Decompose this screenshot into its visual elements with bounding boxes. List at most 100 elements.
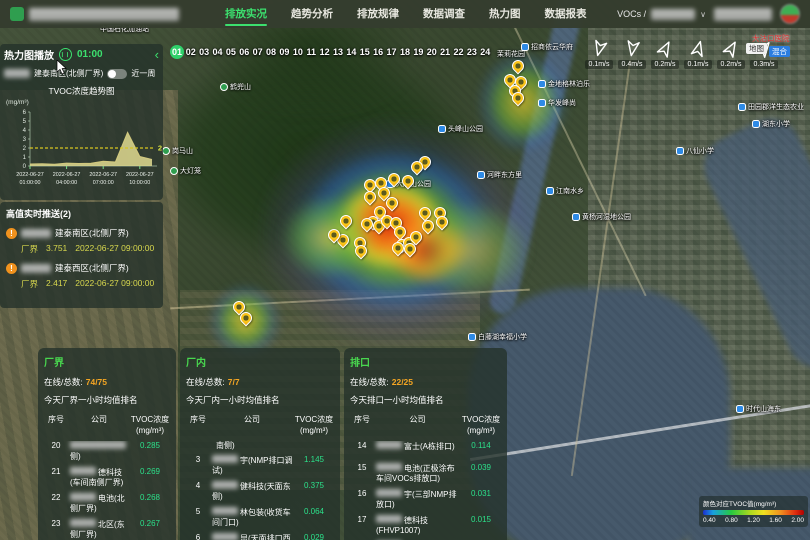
map-label: 八仙小学 bbox=[676, 146, 714, 156]
svg-text:6: 6 bbox=[23, 110, 27, 116]
map-label: 大灯笼 bbox=[170, 166, 201, 176]
map-label: 田园郡洋生态农业 bbox=[738, 102, 804, 112]
col-header-tvoc: TVOC浓度(mg/m³) bbox=[130, 414, 170, 436]
timeline-hour-05[interactable]: 05 bbox=[224, 45, 237, 59]
row-company: 林包装(收货车间门口) bbox=[210, 507, 294, 528]
tab-2[interactable]: 趋势分析 bbox=[291, 3, 333, 26]
warning-icon: ! bbox=[6, 228, 17, 239]
table-row[interactable]: 14富士(A栋排口)0.114 bbox=[350, 441, 501, 458]
nav-tabs: 排放实况 趋势分析 排放规律 数据调查 热力图 数据报表 bbox=[225, 3, 587, 26]
map-poi-text: 湖东小学 bbox=[762, 119, 790, 129]
collapse-panel-icon[interactable]: ‹ bbox=[155, 50, 159, 60]
tab-1[interactable]: 排放实况 bbox=[225, 3, 267, 26]
timeline-hour-18[interactable]: 18 bbox=[398, 45, 411, 59]
col-header-company: 公司 bbox=[68, 414, 130, 425]
avatar[interactable] bbox=[780, 4, 800, 24]
row-company: 健科技(天面东侧) bbox=[210, 481, 294, 502]
online-label: 在线/总数: bbox=[186, 377, 225, 387]
wind-vector-5: 0.2m/s bbox=[716, 40, 746, 69]
row-no: 21 bbox=[44, 467, 68, 476]
table-row[interactable]: 21德科技(车间南侧厂界)0.269 bbox=[44, 467, 170, 488]
tab-6[interactable]: 数据报表 bbox=[545, 3, 587, 26]
tab-3[interactable]: 排放规律 bbox=[357, 3, 399, 26]
warning-icon: ! bbox=[6, 263, 17, 274]
timeline-hour-11[interactable]: 11 bbox=[305, 45, 318, 59]
timeline-hour-22[interactable]: 22 bbox=[452, 45, 465, 59]
table-row[interactable]: 20侧)0.285 bbox=[44, 441, 170, 462]
map-poi-icon bbox=[220, 83, 228, 91]
wind-vector-3: 0.2m/s bbox=[650, 40, 680, 69]
timeline-hour-24[interactable]: 24 bbox=[479, 45, 492, 59]
timeline-hour-10[interactable]: 10 bbox=[291, 45, 304, 59]
push-item-values: 厂界3.7512022-06-27 09:00:00 bbox=[21, 243, 157, 255]
map-poi-text: 江南水乡 bbox=[556, 186, 584, 196]
map-type-hybrid-button[interactable]: 混合 bbox=[769, 46, 790, 57]
row-company-blurred bbox=[70, 467, 96, 475]
map-poi-icon bbox=[546, 187, 554, 195]
nav-right: VOCs / ∨ bbox=[617, 4, 800, 24]
row-company-suffix: 侧) bbox=[70, 452, 81, 461]
chevron-down-icon[interactable]: ∨ bbox=[700, 10, 706, 19]
timeline-hour-17[interactable]: 17 bbox=[385, 45, 398, 59]
rank-label: 今天厂内一小时均值排名 bbox=[186, 394, 334, 406]
wind-speed-label: 0.4m/s bbox=[618, 60, 645, 69]
table-row[interactable]: 4健科技(天面东侧)0.375 bbox=[186, 481, 334, 502]
timeline-hour-13[interactable]: 13 bbox=[331, 45, 344, 59]
table-row[interactable]: 3宇(NMP排口调试)1.145 bbox=[186, 455, 334, 476]
map-poi-icon bbox=[170, 167, 178, 175]
timeline-hour-02[interactable]: 02 bbox=[184, 45, 197, 59]
timeline-hour-03[interactable]: 03 bbox=[197, 45, 210, 59]
map-poi-text: 时代山海东 bbox=[746, 404, 781, 414]
range-toggle[interactable] bbox=[107, 69, 127, 79]
row-company: 电池(北侧厂界) bbox=[68, 493, 130, 514]
push-item-1[interactable]: !建泰南区(北侧厂界)厂界3.7512022-06-27 09:00:00 bbox=[6, 227, 157, 255]
timeline-hour-20[interactable]: 20 bbox=[425, 45, 438, 59]
timeline-hour-19[interactable]: 19 bbox=[412, 45, 425, 59]
push-item-2[interactable]: !建泰西区(北侧厂界)厂界2.4172022-06-27 09:00:00 bbox=[6, 262, 157, 290]
table-rows: 20侧)0.28521德科技(车间南侧厂界)0.26922电池(北侧厂界)0.2… bbox=[44, 441, 170, 540]
timeline-hour-23[interactable]: 23 bbox=[465, 45, 478, 59]
timeline-hour-14[interactable]: 14 bbox=[345, 45, 358, 59]
tab-5[interactable]: 热力图 bbox=[489, 3, 521, 26]
timeline-hour-07[interactable]: 07 bbox=[251, 45, 264, 59]
tab-4[interactable]: 数据调查 bbox=[423, 3, 465, 26]
timeline-hour-21[interactable]: 21 bbox=[438, 45, 451, 59]
dashboard: 中国石化加油站鹤兜山岗马山大灯笼茉莉花园招商依云华府金地格林泊乐华发峰尚头峰山公… bbox=[0, 0, 810, 540]
timeline-hour-06[interactable]: 06 bbox=[238, 45, 251, 59]
table-row[interactable]: 6显(天面排口西侧)0.029 bbox=[186, 533, 334, 540]
row-company-blurred bbox=[212, 481, 238, 489]
timeline-hour-09[interactable]: 09 bbox=[278, 45, 291, 59]
row-tvoc-value: 0.285 bbox=[130, 441, 170, 450]
svg-text:2022-06-27: 2022-06-27 bbox=[16, 172, 44, 178]
factory-boundary-panel: 厂界在线/总数:74/75今天厂界一小时均值排名序号公司TVOC浓度(mg/m³… bbox=[38, 348, 176, 540]
push-item-type: 厂界 bbox=[21, 243, 38, 255]
row-company-blurred bbox=[376, 463, 402, 471]
timeline-hour-04[interactable]: 04 bbox=[211, 45, 224, 59]
table-row[interactable]: 5林包装(收货车间门口)0.064 bbox=[186, 507, 334, 528]
outlet-panel: 排口在线/总数:22/25今天排口一小时均值排名序号公司TVOC浓度(mg/m³… bbox=[344, 348, 507, 540]
hour-timeline: 0102030405060708091011121314151617181920… bbox=[170, 45, 492, 59]
push-item-type: 厂界 bbox=[21, 278, 38, 290]
row-company: 电池(正极涂布车间VOCs排放口) bbox=[374, 463, 461, 484]
table-header: 序号公司TVOC浓度(mg/m³) bbox=[44, 414, 170, 436]
map-type-map-button[interactable]: 地图 bbox=[746, 43, 767, 54]
heatmap-playback-panel: 热力图播放 ❙❙ 01:00 ‹ 建泰南区(北侧厂界) 近一周 TVOC浓度趋势… bbox=[0, 44, 163, 200]
table-row[interactable]: 22电池(北侧厂界)0.268 bbox=[44, 493, 170, 514]
table-row[interactable]: 15电池(正极涂布车间VOCs排放口)0.039 bbox=[350, 463, 501, 484]
table-row[interactable]: 17德科技(FHVP1007)0.015 bbox=[350, 515, 501, 536]
map-poi-icon bbox=[736, 405, 744, 413]
vocs-selector[interactable]: VOCs / ∨ bbox=[617, 9, 706, 20]
trend-chart-svg: 012345622022-06-2701:00:002022-06-2704:0… bbox=[4, 106, 163, 198]
online-value: 74/75 bbox=[86, 377, 107, 387]
timeline-hour-15[interactable]: 15 bbox=[358, 45, 371, 59]
row-company-blurred bbox=[212, 533, 238, 540]
table-row[interactable]: 23北区(东侧厂界)0.267 bbox=[44, 519, 170, 540]
timeline-hour-01[interactable]: 01 bbox=[170, 45, 184, 59]
timeline-hour-08[interactable]: 08 bbox=[264, 45, 277, 59]
table-row[interactable]: 16宇(三部NMP排放口)0.031 bbox=[350, 489, 501, 510]
map-poi-icon bbox=[572, 213, 580, 221]
logo-icon bbox=[10, 7, 24, 21]
timeline-hour-12[interactable]: 12 bbox=[318, 45, 331, 59]
timeline-hour-16[interactable]: 16 bbox=[371, 45, 384, 59]
row-company: 北区(东侧厂界) bbox=[68, 519, 130, 540]
